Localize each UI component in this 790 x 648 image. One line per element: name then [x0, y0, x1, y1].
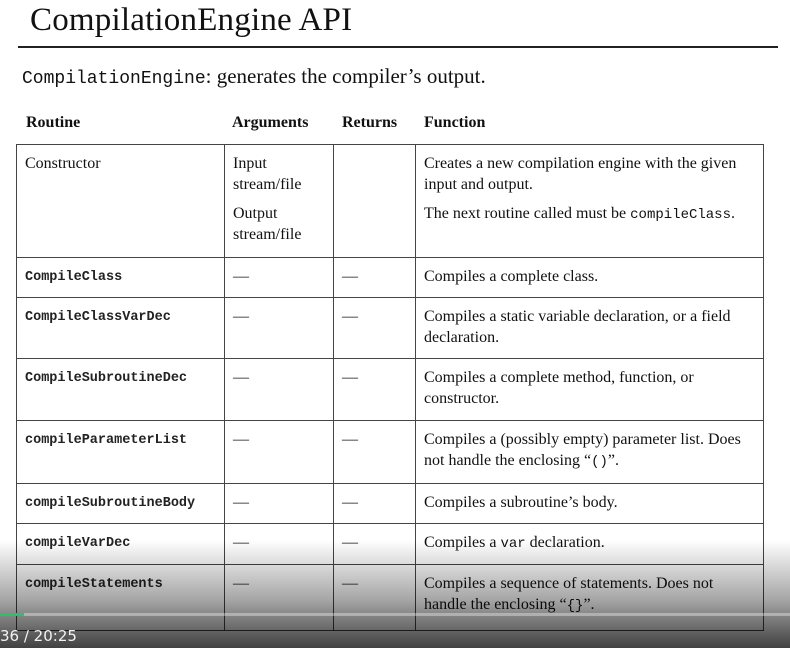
function-note: The next routine called must be compileC… [424, 203, 755, 226]
arguments-cell: — [225, 565, 334, 630]
header-returns: Returns [342, 114, 398, 131]
function-note-code: compileClass [630, 207, 731, 223]
time-display: 36 / 20:25 [0, 627, 77, 645]
arguments-cell: — [225, 359, 334, 420]
slide: CompilationEngine API CompilationEngine:… [0, 0, 790, 648]
function-text: Compiles a (possibly empty) parameter li… [424, 431, 741, 469]
table-row: Constructor Input stream/file Output str… [17, 145, 763, 258]
function-cell: Compiles a static variable declaration, … [424, 308, 731, 346]
function-text-end: ”. [583, 596, 595, 613]
returns-cell: — [334, 484, 416, 523]
table-row: compileParameterList — — Compiles a (pos… [17, 421, 763, 484]
argument-output: Output stream/file [233, 205, 302, 243]
routine-cell: Constructor [17, 145, 225, 257]
table-row: CompileClass — — Compiles a complete cla… [17, 258, 763, 298]
returns-cell: — [334, 359, 416, 420]
video-progress-bar[interactable] [0, 613, 790, 616]
api-table: Constructor Input stream/file Output str… [16, 144, 764, 631]
routine-cell: compileSubroutineBody [17, 484, 225, 523]
subtitle-class-name: CompilationEngine [22, 69, 206, 89]
function-text-end: ”. [607, 452, 619, 469]
arguments-cell: — [225, 524, 334, 564]
argument-input: Input stream/file [233, 155, 302, 193]
function-text-end: declaration. [525, 534, 605, 551]
routine-cell: CompileClass [17, 258, 225, 297]
table-row: compileStatements — — Compiles a sequenc… [17, 565, 763, 631]
table-row: CompileClassVarDec — — Compiles a static… [17, 298, 763, 359]
function-text: Compiles a [424, 534, 501, 551]
returns-cell [334, 145, 416, 257]
table-row: CompileSubroutineDec — — Compiles a comp… [17, 359, 763, 421]
slide-subtitle: CompilationEngine: generates the compile… [22, 64, 486, 89]
subtitle-description: : generates the compiler’s output. [205, 64, 486, 88]
arguments-cell: — [225, 421, 334, 483]
returns-cell: — [334, 524, 416, 564]
function-text: Creates a new compilation engine with th… [424, 155, 737, 193]
arguments-cell: — [225, 484, 334, 523]
function-code: () [591, 454, 608, 470]
slide-title: CompilationEngine API [30, 2, 353, 38]
function-cell: Compiles a var declaration. [416, 524, 763, 564]
function-code: var [500, 536, 526, 552]
routine-cell: compileParameterList [17, 421, 225, 483]
function-code: {} [566, 598, 584, 614]
table-row: compileVarDec — — Compiles a var declara… [17, 524, 763, 565]
returns-cell: — [334, 565, 416, 630]
returns-cell: — [334, 421, 416, 483]
function-cell: Compiles a complete class. [424, 268, 599, 285]
function-cell: Creates a new compilation engine with th… [416, 145, 763, 257]
table-row: compileSubroutineBody — — Compiles a sub… [17, 484, 763, 524]
routine-cell: CompileSubroutineDec [17, 359, 225, 420]
function-cell: Compiles a (possibly empty) parameter li… [416, 421, 763, 483]
routine-cell: compileVarDec [17, 524, 225, 564]
returns-cell: — [334, 258, 416, 297]
routine-cell: CompileClassVarDec [17, 298, 225, 358]
arguments-cell: — [225, 298, 334, 358]
function-note-text: The next routine called must be [424, 205, 627, 222]
header-function: Function [424, 114, 486, 131]
function-note-end: . [730, 205, 735, 222]
arguments-cell: Input stream/file Output stream/file [225, 145, 334, 257]
function-cell: Compiles a sequence of statements. Does … [416, 565, 763, 630]
returns-cell: — [334, 298, 416, 358]
title-divider [18, 46, 778, 48]
function-cell: Compiles a complete method, function, or… [424, 369, 694, 407]
arguments-cell: — [225, 258, 334, 297]
function-cell: Compiles a subroutine’s body. [424, 494, 618, 511]
header-routine: Routine [26, 114, 81, 131]
video-progress-played [0, 613, 24, 616]
header-arguments: Arguments [232, 114, 309, 131]
routine-cell: compileStatements [17, 565, 225, 630]
